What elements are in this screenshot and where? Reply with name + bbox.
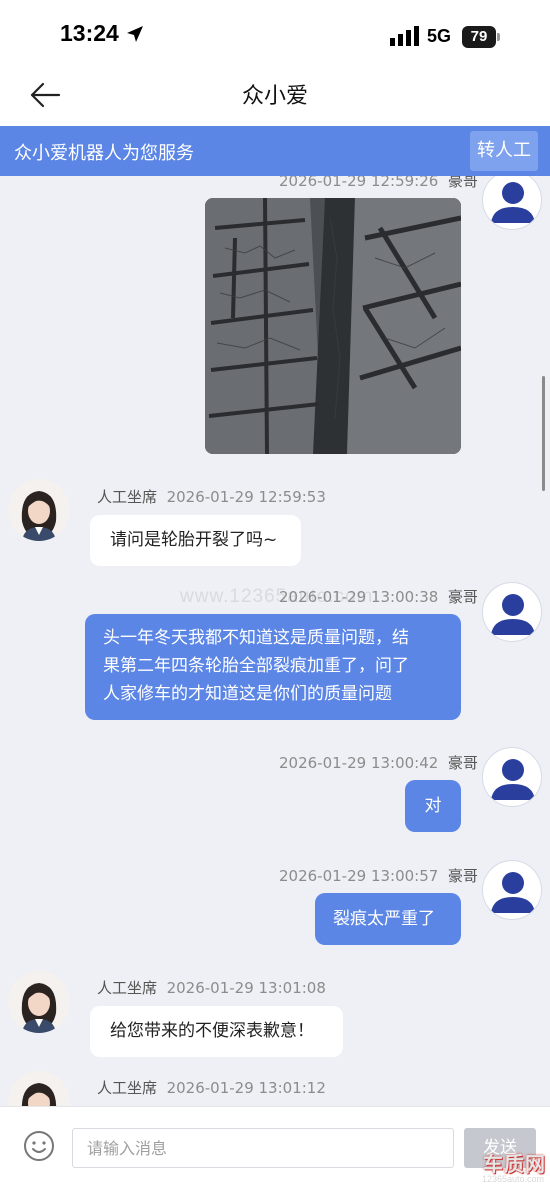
- banner-text: 众小爱机器人为您服务: [14, 143, 194, 164]
- logo-sub-text: 12365auto.com: [481, 1174, 544, 1184]
- battery-icon: 79: [462, 26, 496, 48]
- location-arrow-icon: [127, 26, 143, 42]
- agent-avatar[interactable]: [8, 971, 70, 1033]
- user-message-bubble: 裂痕太严重了: [315, 893, 461, 945]
- logo-main-text: 车质网: [483, 1152, 546, 1176]
- service-banner: 众小爱机器人为您服务 转人工: [0, 126, 550, 176]
- user-message-bubble: 对: [405, 780, 461, 832]
- agent-avatar[interactable]: [8, 1071, 70, 1106]
- tire-photo[interactable]: [205, 198, 461, 454]
- message-meta: 2026-01-29 12:59:26 豪哥: [279, 176, 478, 190]
- message-meta: 2026-01-29 13:00:57 豪哥: [279, 867, 478, 885]
- agent-avatar[interactable]: [8, 479, 70, 541]
- message-meta: 人工坐席 2026-01-29 13:01:12: [97, 1079, 326, 1097]
- message-input[interactable]: [72, 1128, 454, 1168]
- message-meta: 人工坐席 2026-01-29 13:01:08: [97, 979, 326, 997]
- user-avatar[interactable]: [482, 747, 542, 807]
- message-meta: 人工坐席 2026-01-29 12:59:53: [97, 488, 326, 506]
- message-line: 果第二年四条轮胎全部裂痕加重了，问了: [103, 656, 409, 676]
- agent-message-bubble: 请问是轮胎开裂了吗~: [90, 515, 301, 566]
- signal-icon: [390, 26, 419, 46]
- status-bar: 13:24 5G 79: [0, 0, 550, 66]
- page-title: 众小爱: [241, 84, 308, 109]
- agent-message-bubble: 给您带来的不便深表歉意！: [90, 1006, 343, 1057]
- user-avatar[interactable]: [482, 176, 542, 230]
- message-meta: 2026-01-29 13:00:42 豪哥: [279, 754, 478, 772]
- transfer-to-human-button[interactable]: 转人工: [470, 131, 538, 171]
- nav-bar: 众小爱: [0, 66, 550, 126]
- message-line: 头一年冬天我都不知道这是质量问题，结: [103, 628, 409, 648]
- message-meta: 2026-01-29 13:00:38 豪哥: [279, 588, 478, 606]
- user-avatar[interactable]: [482, 860, 542, 920]
- user-message-bubble: 头一年冬天我都不知道这是质量问题，结 果第二年四条轮胎全部裂痕加重了，问了 人家…: [85, 614, 461, 720]
- chat-scrollbar[interactable]: [542, 376, 545, 491]
- message-line: 人家修车的才知道这是你们的质量问题: [103, 684, 392, 704]
- emoji-icon[interactable]: [22, 1129, 56, 1163]
- site-logo: 车质网 12365auto.com: [462, 1148, 550, 1192]
- user-avatar[interactable]: [482, 582, 542, 642]
- chat-area[interactable]: 2026-01-29 12:59:26 豪哥 人工坐席 2026-01-29 1…: [0, 176, 550, 1106]
- battery-tip: [497, 33, 500, 41]
- network-label: 5G: [427, 26, 452, 46]
- status-time: 13:24: [60, 20, 119, 46]
